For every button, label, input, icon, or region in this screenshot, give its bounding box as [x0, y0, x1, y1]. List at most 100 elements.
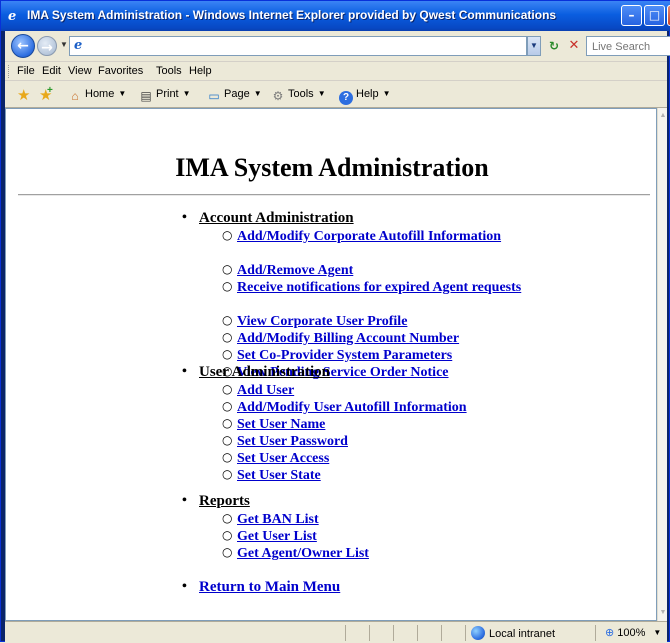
link-add-remove-agent[interactable]: Add/Remove Agent — [237, 262, 522, 279]
help-menu-button[interactable]: ? Help ▼ — [339, 88, 391, 105]
link-add-user[interactable]: Add User — [237, 382, 522, 399]
circle-bullet: ○ — [222, 511, 233, 525]
scroll-down-icon[interactable]: ▼ — [658, 605, 668, 621]
back-arrow-icon: ← — [17, 38, 29, 54]
dropdown-arrow-icon[interactable]: ▼ — [118, 89, 126, 98]
status-separator — [393, 625, 394, 641]
link-add-modify-corporate-autofill[interactable]: Add/Modify Corporate Autofill Informatio… — [237, 228, 522, 245]
recent-pages-dropdown-icon[interactable]: ▼ — [60, 40, 68, 49]
link-set-user-access[interactable]: Set User Access — [237, 450, 522, 467]
security-zone[interactable]: Local intranet — [471, 626, 555, 640]
page-icon: e — [74, 38, 83, 53]
circle-bullet: ○ — [222, 262, 233, 276]
title-bar[interactable]: e IMA System Administration - Windows In… — [1, 1, 670, 31]
stop-button[interactable]: ✕ — [565, 36, 583, 56]
link-receive-notifications[interactable]: Receive notifications for expired Agent … — [237, 279, 522, 296]
link-add-modify-user-autofill[interactable]: Add/Modify User Autofill Information — [237, 399, 522, 416]
plus-icon: + — [47, 85, 53, 96]
dropdown-arrow-icon[interactable]: ▼ — [653, 628, 661, 637]
add-favorites-icon[interactable]: ★ + — [39, 85, 53, 104]
window-title: IMA System Administration - Windows Inte… — [27, 8, 557, 22]
dropdown-arrow-icon[interactable]: ▼ — [318, 89, 326, 98]
circle-bullet: ○ — [222, 467, 233, 481]
circle-bullet: ○ — [222, 313, 233, 327]
favorites-star-icon[interactable]: ★ — [17, 86, 30, 104]
minimize-icon: – — [628, 8, 635, 22]
home-label: Home — [85, 88, 115, 100]
back-button[interactable]: ← — [11, 34, 35, 58]
link-add-modify-billing-account[interactable]: Add/Modify Billing Account Number — [237, 330, 522, 347]
menu-tools[interactable]: Tools — [156, 65, 182, 77]
search-input[interactable] — [587, 38, 670, 56]
link-get-agent-owner-list[interactable]: Get Agent/Owner List — [237, 545, 522, 562]
help-icon: ? — [339, 91, 353, 105]
menu-help[interactable]: Help — [189, 65, 212, 77]
circle-bullet: ○ — [222, 382, 233, 396]
dropdown-arrow-icon[interactable]: ▼ — [183, 89, 191, 98]
zone-label: Local intranet — [489, 628, 556, 640]
forward-button[interactable]: → — [37, 36, 57, 56]
print-button[interactable]: ▤ Print ▼ — [139, 88, 191, 103]
browser-window: e IMA System Administration - Windows In… — [0, 0, 670, 643]
minimize-button[interactable]: – — [621, 5, 642, 26]
page-title: IMA System Administration — [175, 153, 489, 182]
menu-edit[interactable]: Edit — [42, 65, 61, 77]
command-bar: ★ ★ + ⌂ Home ▼ ▤ Print ▼ ▭ Page ▼ ⚙ Tools ▼ ? Help… — [5, 80, 667, 108]
circle-bullet: ○ — [222, 528, 233, 542]
circle-bullet: ○ — [222, 450, 233, 464]
link-set-user-state[interactable]: Set User State — [237, 467, 522, 484]
bullet: • — [182, 579, 187, 594]
status-separator — [369, 625, 370, 641]
address-dropdown-button[interactable]: ▼ — [527, 36, 541, 56]
live-search-box[interactable] — [586, 36, 670, 56]
link-set-user-password[interactable]: Set User Password — [237, 433, 522, 450]
help-label: Help — [356, 88, 379, 100]
page-menu-icon: ▭ — [208, 89, 220, 103]
link-get-ban-list[interactable]: Get BAN List — [237, 511, 522, 528]
page-menu-button[interactable]: ▭ Page ▼ — [207, 88, 262, 103]
link-set-co-provider-parameters[interactable]: Set Co-Provider System Parameters — [237, 347, 522, 364]
ie-logo-icon: e — [8, 9, 17, 24]
address-bar[interactable]: e — [69, 36, 527, 56]
refresh-icon: ↻ — [548, 39, 560, 53]
dropdown-arrow-icon[interactable]: ▼ — [254, 89, 262, 98]
home-icon: ⌂ — [71, 89, 79, 103]
return-to-main-menu-link[interactable]: Return to Main Menu — [199, 579, 340, 596]
circle-bullet: ○ — [222, 399, 233, 413]
tools-menu-button[interactable]: ⚙ Tools ▼ — [271, 88, 326, 103]
toolbar-grip[interactable] — [8, 65, 11, 78]
zoom-level: 100% — [617, 627, 646, 639]
tools-label: Tools — [288, 88, 314, 100]
bullet: • — [182, 210, 187, 225]
refresh-button[interactable]: ↻ — [545, 36, 563, 56]
link-get-user-list[interactable]: Get User List — [237, 528, 522, 545]
circle-bullet: ○ — [222, 347, 233, 361]
link-set-user-name[interactable]: Set User Name — [237, 416, 522, 433]
page-content: IMA System Administration • Account Admi… — [5, 108, 657, 621]
gear-icon: ⚙ — [272, 89, 284, 103]
printer-icon: ▤ — [140, 89, 152, 103]
circle-bullet: ○ — [222, 433, 233, 447]
status-bar: Local intranet ⊕ 100% ▼ — [5, 621, 667, 643]
circle-bullet: ○ — [222, 545, 233, 559]
status-separator — [345, 625, 346, 641]
bullet: • — [182, 364, 187, 379]
menu-favorites[interactable]: Favorites — [98, 65, 143, 77]
page-label: Page — [224, 88, 250, 100]
status-separator — [417, 625, 418, 641]
maximize-button[interactable]: □ — [644, 5, 665, 26]
menu-view[interactable]: View — [68, 65, 92, 77]
bullet: • — [182, 493, 187, 508]
section-title: User Administration — [199, 364, 330, 380]
circle-bullet: ○ — [222, 279, 233, 293]
link-view-corporate-user-profile[interactable]: View Corporate User Profile — [237, 313, 522, 330]
globe-icon — [471, 626, 485, 640]
menu-bar: File Edit View Favorites Tools Help — [5, 61, 667, 80]
menu-file[interactable]: File — [17, 65, 35, 77]
scroll-up-icon[interactable]: ▲ — [658, 108, 668, 124]
navigation-bar: ← → ▼ e ▼ ↻ ✕ — [5, 31, 670, 61]
home-button[interactable]: ⌂ Home ▼ — [68, 88, 126, 103]
zoom-control[interactable]: ⊕ 100% ▼ — [605, 626, 661, 639]
dropdown-arrow-icon[interactable]: ▼ — [383, 89, 391, 98]
vertical-scrollbar[interactable]: ▲ ▼ — [657, 108, 667, 621]
